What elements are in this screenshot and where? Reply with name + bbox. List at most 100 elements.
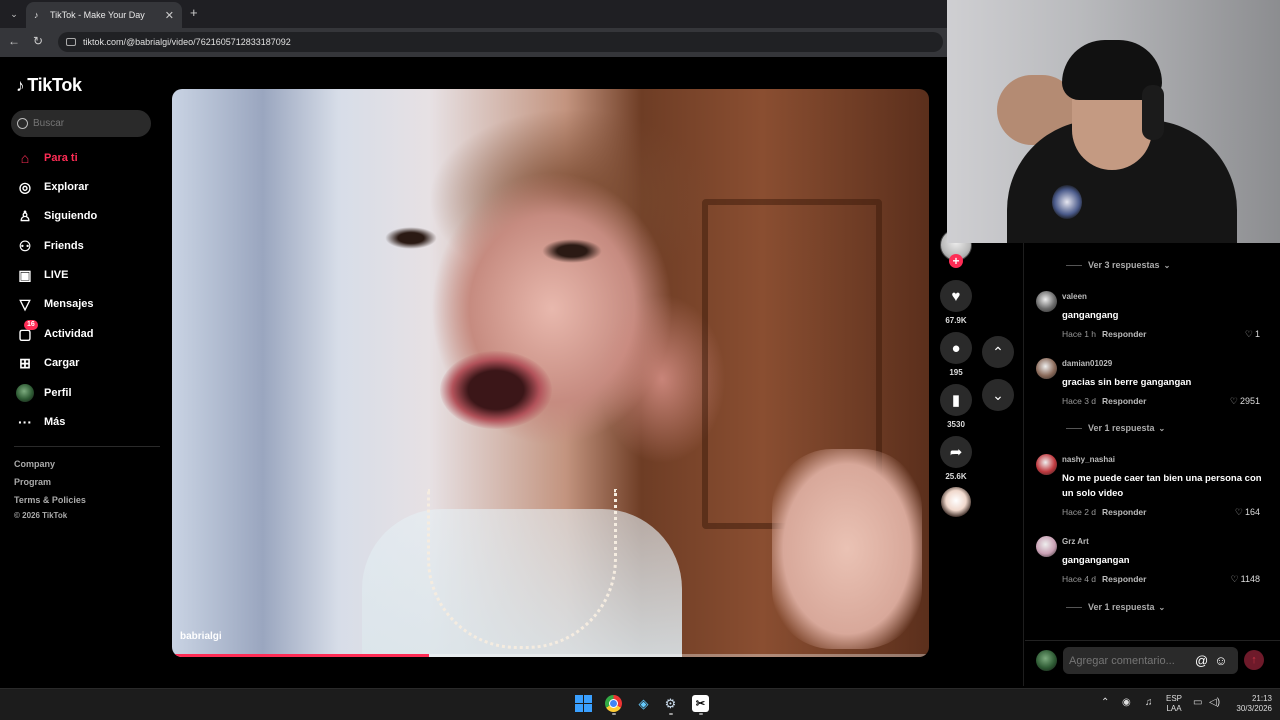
save-button[interactable]: ▮ bbox=[940, 384, 972, 416]
follow-plus-icon[interactable]: + bbox=[949, 254, 963, 268]
arrow-up-icon: ↑ bbox=[1251, 654, 1257, 666]
tab-search-icon[interactable]: ⌄ bbox=[6, 6, 22, 22]
send-comment-button[interactable]: ↑ bbox=[1244, 650, 1264, 670]
reply-button[interactable]: Responder bbox=[1102, 574, 1146, 584]
next-video-button[interactable]: ⌄ bbox=[982, 379, 1014, 411]
nav-label: Siguiendo bbox=[44, 210, 98, 222]
reload-icon[interactable]: ↻ bbox=[33, 34, 43, 48]
comment-like[interactable]: ♡ 2951 bbox=[1200, 396, 1260, 407]
comment-username[interactable]: nashy_nashai bbox=[1062, 455, 1115, 464]
network-icon[interactable]: ▭ bbox=[1193, 697, 1202, 708]
steam-icon[interactable]: ⚙ bbox=[662, 695, 679, 712]
comment-meta: Hace 2 d Responder bbox=[1062, 507, 1146, 517]
nav-profile[interactable]: Perfil bbox=[16, 383, 72, 403]
video-player[interactable]: babrialgi bbox=[172, 89, 929, 657]
comment-username[interactable]: damian01029 bbox=[1062, 359, 1112, 368]
comment-like[interactable]: ♡ 1 bbox=[1200, 329, 1260, 340]
reply-button[interactable]: Responder bbox=[1102, 507, 1146, 517]
browser-tab[interactable]: ♪ TikTok - Make Your Day ✕ bbox=[26, 2, 182, 28]
previous-video-button[interactable]: ⌃ bbox=[982, 336, 1014, 368]
emoji-icon[interactable]: ☺ bbox=[1214, 653, 1227, 668]
sidebar-divider bbox=[14, 446, 160, 447]
comment-text: No me puede caer tan bien una persona co… bbox=[1062, 473, 1262, 499]
view-replies-label: Ver 1 respuesta bbox=[1088, 602, 1155, 612]
nav-more[interactable]: ··· Más bbox=[16, 412, 65, 432]
comment-time: Hace 3 d bbox=[1062, 396, 1097, 406]
footer-company[interactable]: Company bbox=[14, 459, 55, 469]
heart-outline-icon: ♡ bbox=[1229, 396, 1238, 406]
comment-avatar[interactable] bbox=[1036, 454, 1057, 475]
nav-label: Friends bbox=[44, 240, 84, 252]
view-replies-button[interactable]: Ver 1 respuesta ⌄ bbox=[1066, 602, 1165, 612]
comment-meta: Hace 4 d Responder bbox=[1062, 574, 1146, 584]
comment-text: gangangangan bbox=[1062, 555, 1130, 566]
nav-label: Mensajes bbox=[44, 298, 94, 310]
music-disc-icon[interactable] bbox=[941, 487, 971, 517]
video-author-username[interactable]: babrialgi bbox=[180, 631, 222, 642]
comment-username[interactable]: Grz Art bbox=[1062, 537, 1089, 546]
app-icon[interactable]: ◈ bbox=[635, 695, 652, 712]
nav-activity[interactable]: ▢ 16 Actividad bbox=[16, 320, 94, 344]
nav-friends[interactable]: ⚇ Friends bbox=[16, 236, 84, 256]
comment-avatar[interactable] bbox=[1036, 536, 1057, 557]
close-tab-icon[interactable]: ✕ bbox=[165, 9, 174, 22]
replies-line bbox=[1066, 606, 1082, 608]
new-tab-icon[interactable]: + bbox=[190, 6, 198, 20]
replies-line bbox=[1066, 427, 1082, 429]
comment-avatar[interactable] bbox=[1036, 358, 1057, 379]
nav-messages[interactable]: ▽ Mensajes bbox=[16, 294, 94, 314]
footer-program[interactable]: Program bbox=[14, 477, 51, 487]
heart-outline-icon: ♡ bbox=[1244, 329, 1253, 339]
share-button[interactable]: ➦ bbox=[940, 436, 972, 468]
comment-like-count: 2951 bbox=[1239, 396, 1260, 406]
video-progress-fill bbox=[172, 654, 430, 657]
system-clock[interactable]: 21:13 30/3/2026 bbox=[1222, 694, 1272, 714]
comment-button[interactable]: ● bbox=[940, 332, 972, 364]
back-arrow-icon[interactable]: ← bbox=[8, 34, 20, 48]
view-replies-button[interactable]: Ver 3 respuestas ⌄ bbox=[1066, 260, 1170, 270]
nav-following[interactable]: ♙ Siguiendo bbox=[16, 206, 97, 226]
logo-text: TikTok bbox=[27, 75, 82, 95]
search-input[interactable] bbox=[33, 118, 143, 129]
comment-input[interactable] bbox=[1069, 654, 1191, 667]
comment-username[interactable]: valeen bbox=[1062, 292, 1087, 301]
activity-badge: 16 bbox=[24, 320, 38, 330]
comment-time: Hace 4 d bbox=[1062, 574, 1097, 584]
nav-label: Cargar bbox=[44, 357, 80, 369]
reply-button[interactable]: Responder bbox=[1102, 396, 1146, 406]
capcut-icon[interactable]: ✂ bbox=[692, 695, 709, 712]
like-count: 67.9K bbox=[945, 316, 967, 325]
discord-tray-icon[interactable]: ◉ bbox=[1122, 697, 1131, 708]
chevron-up-icon: ⌃ bbox=[992, 343, 1004, 360]
video-frame-hand bbox=[772, 449, 922, 649]
microphone-icon[interactable]: ♫ bbox=[1145, 697, 1153, 708]
site-info-icon[interactable] bbox=[66, 38, 76, 46]
more-icon: ··· bbox=[18, 414, 32, 430]
comment-avatar[interactable] bbox=[1036, 291, 1057, 312]
chrome-icon[interactable] bbox=[605, 695, 622, 712]
nav-live[interactable]: ▣ LIVE bbox=[16, 265, 68, 285]
tray-chevron-up-icon[interactable]: ⌃ bbox=[1101, 697, 1109, 708]
comment-input-box[interactable]: @ ☺ bbox=[1063, 647, 1238, 674]
nav-explore[interactable]: ◎ Explorar bbox=[16, 177, 89, 197]
reply-button[interactable]: Responder bbox=[1102, 329, 1146, 339]
comment-like[interactable]: ♡ 1148 bbox=[1200, 574, 1260, 585]
footer-terms[interactable]: Terms & Policies bbox=[14, 495, 86, 505]
language-indicator[interactable]: ESP LAA bbox=[1160, 694, 1188, 714]
address-bar[interactable]: tiktok.com/@babrialgi/video/762160571283… bbox=[58, 32, 943, 52]
tiktok-logo[interactable]: ♪ TikTok bbox=[16, 75, 82, 96]
comment-meta: Hace 3 d Responder bbox=[1062, 396, 1146, 406]
nav-for-you[interactable]: ⌂ Para ti bbox=[16, 148, 78, 168]
mention-at-icon[interactable]: @ bbox=[1195, 653, 1208, 668]
search-box[interactable] bbox=[11, 110, 151, 137]
view-replies-label: Ver 3 respuestas bbox=[1088, 260, 1160, 270]
windows-start-icon[interactable] bbox=[575, 695, 592, 712]
comment-time: Hace 2 d bbox=[1062, 507, 1097, 517]
view-replies-button[interactable]: Ver 1 respuesta ⌄ bbox=[1066, 423, 1165, 433]
nav-upload[interactable]: ⊞ Cargar bbox=[16, 353, 79, 373]
video-frame-mouth bbox=[440, 351, 552, 429]
like-button[interactable]: ♥ bbox=[940, 280, 972, 312]
comment-like[interactable]: ♡ 164 bbox=[1200, 507, 1260, 518]
running-indicator bbox=[669, 713, 673, 715]
volume-icon[interactable]: ◁) bbox=[1209, 697, 1220, 708]
